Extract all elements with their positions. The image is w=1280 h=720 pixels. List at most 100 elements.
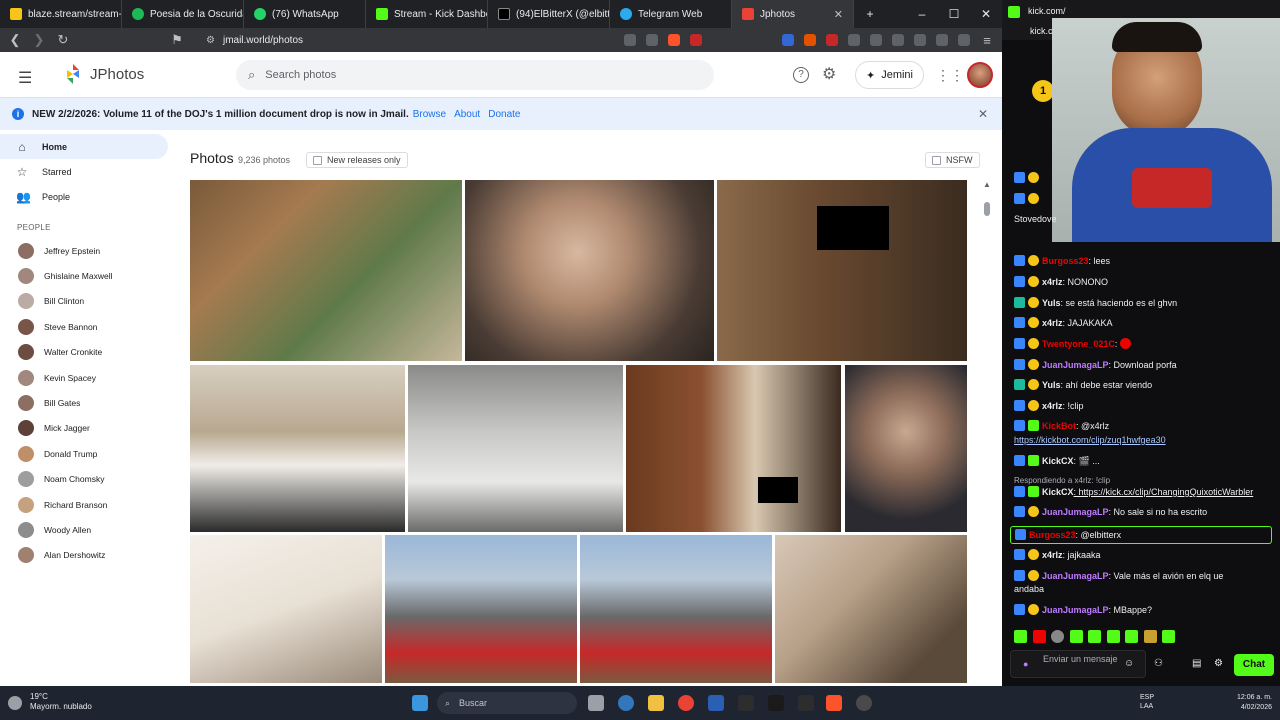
- photo-thumbnail[interactable]: [580, 535, 772, 683]
- account-avatar[interactable]: [967, 62, 993, 88]
- maximize-button[interactable]: ☐: [938, 7, 970, 21]
- sidebar-person[interactable]: Ghislaine Maxwell: [0, 263, 180, 288]
- photo-thumbnail[interactable]: [626, 365, 841, 532]
- windows-start-icon[interactable]: [412, 695, 428, 711]
- bookmark-icon[interactable]: ⚑: [170, 32, 184, 48]
- browser-tab[interactable]: Telegram Web: [610, 0, 732, 28]
- emote-icon[interactable]: [1143, 630, 1157, 643]
- obs-icon[interactable]: [768, 695, 784, 711]
- extension-icon[interactable]: [892, 34, 904, 46]
- sidebar-item-home[interactable]: ⌂ Home: [0, 134, 168, 159]
- browser-tab[interactable]: Poesia de la Oscurida: [122, 0, 244, 28]
- chat-send-button[interactable]: Chat: [1234, 654, 1274, 676]
- emote-icon[interactable]: [1125, 630, 1139, 643]
- emote-icon[interactable]: [1069, 630, 1083, 643]
- edge-icon[interactable]: [618, 695, 634, 711]
- sidebar-person[interactable]: Donald Trump: [0, 441, 180, 466]
- menu-icon[interactable]: ≡: [980, 33, 994, 48]
- sidebar-person[interactable]: Mick Jagger: [0, 416, 180, 441]
- sidebar-person[interactable]: Kevin Spacey: [0, 365, 180, 390]
- chat-link[interactable]: https://kickbot.com/clip/zuq1hwfgea30: [1014, 434, 1274, 447]
- sidebar-item-people[interactable]: 👥 People: [0, 184, 168, 209]
- sidebar-item-starred[interactable]: ☆ Starred: [0, 159, 168, 184]
- brave-icon[interactable]: [826, 695, 842, 711]
- language-indicator[interactable]: ESP LAA: [1140, 693, 1154, 711]
- scroll-up-icon[interactable]: ▲: [982, 180, 992, 189]
- mic-icon[interactable]: ●: [1023, 659, 1028, 670]
- extensions-puzzle-icon[interactable]: [848, 34, 860, 46]
- hamburger-menu-icon[interactable]: ☰: [18, 68, 32, 88]
- close-banner-icon[interactable]: ✕: [978, 107, 988, 121]
- scrollbar-thumb[interactable]: [984, 202, 990, 216]
- chat-settings-icon[interactable]: ⚙: [1214, 658, 1223, 669]
- taskbar-search[interactable]: ⌕ Buscar: [437, 692, 577, 714]
- banner-about-link[interactable]: About: [454, 109, 480, 120]
- emote-icon[interactable]: [1014, 630, 1027, 643]
- brave-shield-icon[interactable]: [668, 34, 680, 46]
- jemini-button[interactable]: ✦ Jemini: [855, 61, 924, 89]
- app-icon[interactable]: [678, 695, 694, 711]
- checkbox-box[interactable]: [932, 155, 941, 165]
- banner-donate-link[interactable]: Donate: [488, 109, 520, 120]
- new-releases-checkbox[interactable]: New releases only: [306, 152, 408, 168]
- sidebar-person[interactable]: Bill Clinton: [0, 289, 180, 314]
- photo-thumbnail[interactable]: [190, 365, 405, 532]
- sidebar-person[interactable]: Jeffrey Epstein: [0, 238, 180, 263]
- emoji-icon[interactable]: ☺: [1124, 658, 1134, 669]
- browser-tab[interactable]: Stream - Kick Dashboard: [366, 0, 488, 28]
- users-icon[interactable]: ⚇: [1154, 658, 1163, 669]
- store-icon[interactable]: ▤: [1192, 658, 1201, 669]
- settings-gear-icon[interactable]: ⚙: [822, 64, 836, 84]
- extension-icon[interactable]: [804, 34, 816, 46]
- sidebar-person[interactable]: Alan Dershowitz: [0, 543, 180, 568]
- browser-tab[interactable]: blaze.stream/stream-sett: [0, 0, 122, 28]
- new-tab-button[interactable]: +: [854, 7, 886, 21]
- sidebar-person[interactable]: Walter Cronkite: [0, 340, 180, 365]
- sidebar-person[interactable]: Steve Bannon: [0, 314, 180, 339]
- browser-tab[interactable]: (76) WhatsApp: [244, 0, 366, 28]
- photo-thumbnail[interactable]: [190, 180, 462, 361]
- scrollbar[interactable]: ▲: [982, 180, 992, 685]
- banner-browse-link[interactable]: Browse: [413, 109, 446, 120]
- share-icon[interactable]: [646, 34, 658, 46]
- photo-thumbnail[interactable]: [717, 180, 967, 361]
- emote-icon[interactable]: [1162, 630, 1176, 643]
- sidebar-person[interactable]: Richard Branson: [0, 492, 180, 517]
- help-icon[interactable]: ?: [793, 67, 809, 83]
- sidebar-person[interactable]: Noam Chomsky: [0, 467, 180, 492]
- vpn-icon[interactable]: [958, 34, 970, 46]
- photo-thumbnail[interactable]: [845, 365, 967, 532]
- checkbox-box[interactable]: [313, 155, 322, 165]
- weather-widget[interactable]: 19°C Mayorm. nublado: [30, 692, 92, 712]
- back-icon[interactable]: ❮: [8, 32, 22, 48]
- browser-tab[interactable]: (94)ElBitterX (@elbitterx: [488, 0, 610, 28]
- photo-thumbnail[interactable]: [190, 535, 382, 683]
- search-input[interactable]: ⌕ Search photos: [236, 60, 714, 90]
- store-icon[interactable]: [708, 695, 724, 711]
- url-field[interactable]: ⚙ jmail.world/photos: [194, 31, 614, 49]
- close-tab-icon[interactable]: ✕: [834, 8, 843, 21]
- browser-tab-active[interactable]: Jphotos ✕: [732, 0, 854, 28]
- system-clock[interactable]: 12:06 a. m. 4/02/2026: [1210, 693, 1272, 713]
- minimize-button[interactable]: –: [906, 7, 938, 21]
- emote-icon[interactable]: [1051, 630, 1065, 643]
- emote-icon[interactable]: [1032, 630, 1046, 643]
- photo-thumbnail[interactable]: [408, 365, 623, 532]
- emote-icon[interactable]: [1088, 630, 1102, 643]
- site-info-icon[interactable]: ⚙: [206, 35, 215, 46]
- extension-icon[interactable]: [826, 34, 838, 46]
- extension-icon[interactable]: [782, 34, 794, 46]
- search-icon[interactable]: ⌕: [248, 67, 255, 83]
- forward-icon[interactable]: ❯: [32, 32, 46, 48]
- translate-icon[interactable]: [624, 34, 636, 46]
- extension-icon[interactable]: [870, 34, 882, 46]
- app-icon[interactable]: [856, 695, 872, 711]
- emote-icon[interactable]: [1106, 630, 1120, 643]
- photo-thumbnail[interactable]: [465, 180, 714, 361]
- sidebar-person[interactable]: Bill Gates: [0, 390, 180, 415]
- reload-icon[interactable]: ↻: [56, 32, 70, 48]
- sidebar-person[interactable]: Woody Allen: [0, 517, 180, 542]
- app-icon[interactable]: [798, 695, 814, 711]
- wallet-icon[interactable]: [936, 34, 948, 46]
- task-view-icon[interactable]: [588, 695, 604, 711]
